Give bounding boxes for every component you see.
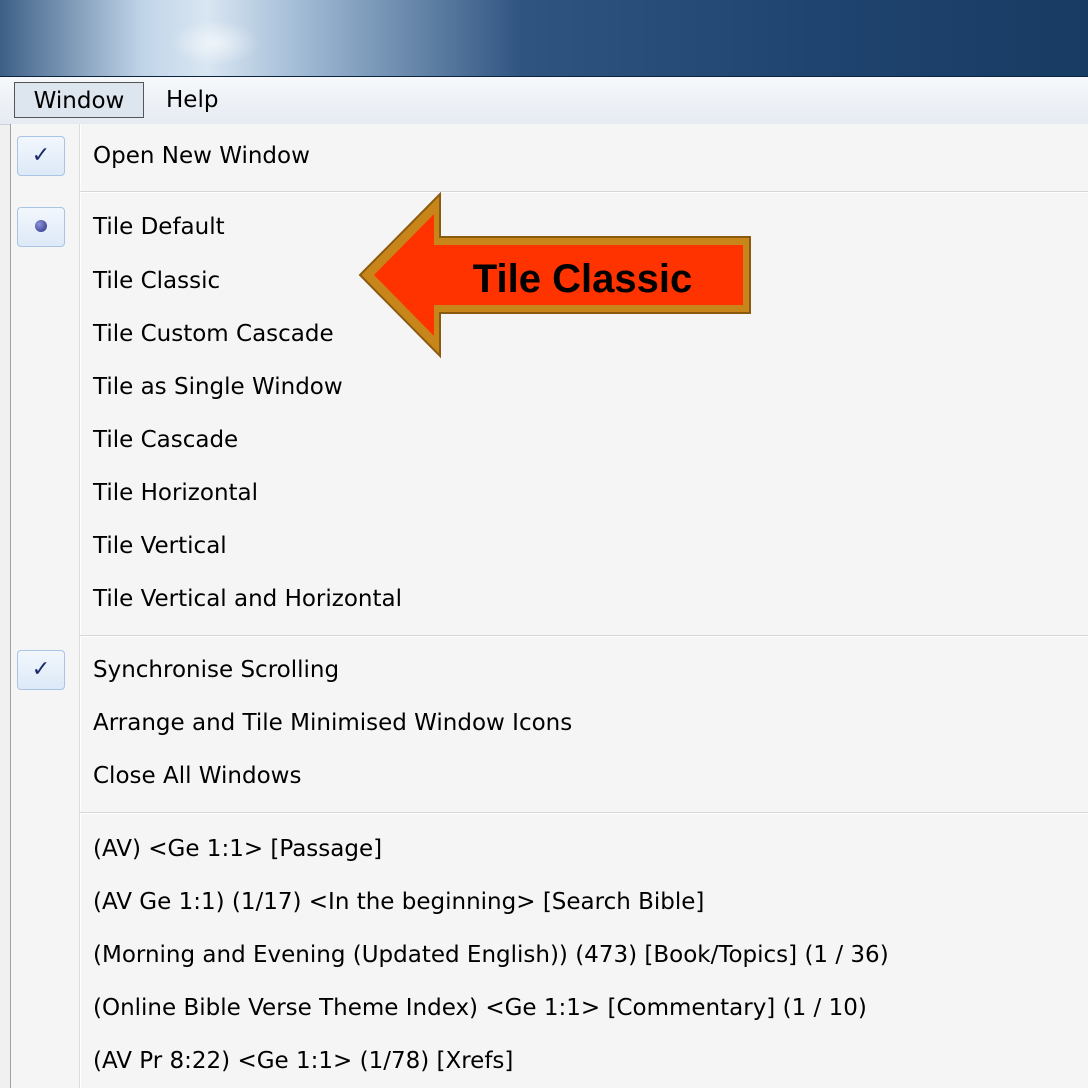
menu-item-close-all-windows[interactable]: Close All Windows	[93, 756, 301, 796]
menu-item-tile-classic[interactable]: Tile Classic	[93, 261, 220, 301]
window-titlebar	[0, 0, 1088, 77]
menu-item-tile-default[interactable]: Tile Default	[93, 207, 225, 247]
menu-item-open-new-window[interactable]: Open New Window	[93, 136, 310, 176]
menu-item-arrange-minimised-icons[interactable]: Arrange and Tile Minimised Window Icons	[93, 703, 572, 743]
menu-help[interactable]: Help	[156, 82, 228, 118]
check-icon: ✓	[17, 650, 65, 690]
menu-item-recent-window[interactable]: (AV Ge 1:1) (1/17) <In the beginning> [S…	[93, 882, 704, 922]
menu-item-recent-window[interactable]: (AV Pr 8:22) <Ge 1:1> (1/78) [Xrefs]	[93, 1041, 513, 1081]
menu-item-synchronise-scrolling[interactable]: Synchronise Scrolling	[93, 650, 339, 690]
menu-item-tile-custom-cascade[interactable]: Tile Custom Cascade	[93, 314, 334, 354]
titlebar-highlight	[170, 20, 260, 66]
radio-selected-icon	[17, 207, 65, 247]
menu-separator	[80, 812, 1088, 814]
menu-item-recent-window[interactable]: (Online Bible Verse Theme Index) <Ge 1:1…	[93, 988, 867, 1028]
menu-item-tile-horizontal[interactable]: Tile Horizontal	[93, 473, 258, 513]
menu-item-tile-vertical[interactable]: Tile Vertical	[93, 526, 227, 566]
menu-item-recent-window[interactable]: (Morning and Evening (Updated English)) …	[93, 935, 889, 975]
menu-item-tile-as-single-window[interactable]: Tile as Single Window	[93, 367, 343, 407]
menu-item-recent-window[interactable]: (AV) <Ge 1:1> [Passage]	[93, 829, 382, 869]
menu-window[interactable]: Window	[14, 82, 144, 118]
menu-separator	[80, 635, 1088, 637]
menu-item-tile-cascade[interactable]: Tile Cascade	[93, 420, 238, 460]
callout-label: Tile Classic	[472, 257, 693, 301]
check-icon: ✓	[17, 136, 65, 176]
menu-item-tile-vertical-and-horizontal[interactable]: Tile Vertical and Horizontal	[93, 579, 402, 619]
